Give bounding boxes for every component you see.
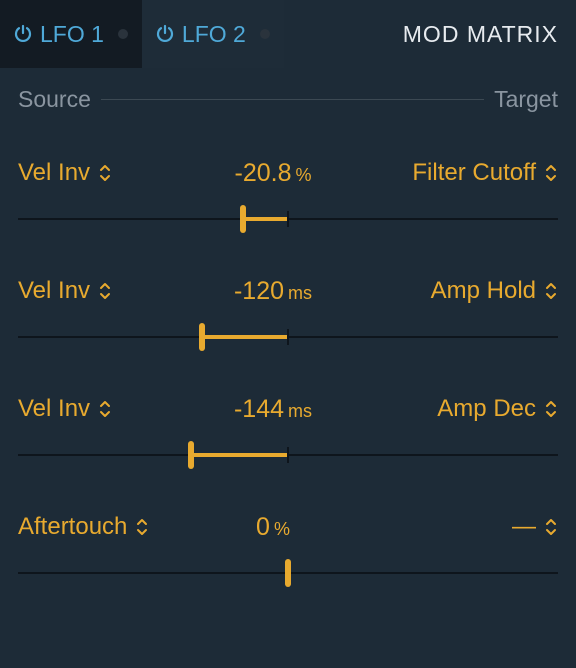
indicator-dot	[260, 29, 270, 39]
slider-fill	[243, 217, 288, 221]
amount-unit: ms	[288, 401, 312, 422]
target-select[interactable]: Filter Cutoff	[368, 159, 558, 187]
mod-row-top: Vel Inv -20.8% Filter Cutoff	[18, 155, 558, 191]
slider-fill	[202, 335, 288, 339]
updown-icon	[135, 516, 149, 538]
source-select[interactable]: Vel Inv	[18, 395, 178, 423]
slider-center-tick	[287, 211, 289, 227]
mod-row: Vel Inv -120ms Amp Hold	[18, 245, 558, 363]
amount-unit: ms	[288, 283, 312, 304]
power-icon	[12, 23, 34, 45]
source-select[interactable]: Aftertouch	[18, 513, 178, 541]
amount-number: -120	[234, 277, 284, 306]
amount-number: 0	[256, 513, 270, 542]
target-label: —	[512, 513, 536, 541]
amount-number: -20.8	[235, 159, 292, 188]
target-header: Target	[494, 86, 558, 113]
slider-handle[interactable]	[240, 205, 246, 233]
updown-icon	[98, 162, 112, 184]
amount-unit: %	[295, 165, 311, 186]
slider-handle[interactable]	[199, 323, 205, 351]
updown-icon	[544, 162, 558, 184]
target-select[interactable]: —	[368, 513, 558, 541]
mod-row-top: Vel Inv -120ms Amp Hold	[18, 273, 558, 309]
source-select[interactable]: Vel Inv	[18, 159, 178, 187]
target-select[interactable]: Amp Dec	[368, 395, 558, 423]
slider-handle[interactable]	[285, 559, 291, 587]
slider-fill	[191, 453, 288, 457]
amount-slider[interactable]	[18, 555, 558, 599]
amount-number: -144	[234, 395, 284, 424]
source-header: Source	[18, 86, 91, 113]
source-label: Vel Inv	[18, 277, 90, 305]
tab-lfo1[interactable]: LFO 1	[0, 0, 142, 68]
mod-row-top: Vel Inv -144ms Amp Dec	[18, 391, 558, 427]
tab-mod-matrix[interactable]: MOD MATRIX	[284, 0, 576, 68]
tab-bar: LFO 1 LFO 2 MOD MATRIX	[0, 0, 576, 68]
updown-icon	[544, 516, 558, 538]
slider-handle[interactable]	[188, 441, 194, 469]
amount-slider[interactable]	[18, 437, 558, 481]
power-icon	[154, 23, 176, 45]
slider-center-tick	[287, 447, 289, 463]
amount-value[interactable]: -120ms	[178, 277, 368, 306]
indicator-dot	[118, 29, 128, 39]
header-divider	[101, 99, 484, 100]
updown-icon	[544, 280, 558, 302]
source-label: Vel Inv	[18, 395, 90, 423]
source-label: Aftertouch	[18, 513, 127, 541]
source-label: Vel Inv	[18, 159, 90, 187]
slider-center-tick	[287, 329, 289, 345]
updown-icon	[544, 398, 558, 420]
amount-value[interactable]: 0%	[178, 513, 368, 542]
source-select[interactable]: Vel Inv	[18, 277, 178, 305]
mod-row: Vel Inv -144ms Amp Dec	[18, 363, 558, 481]
mod-row-top: Aftertouch 0% —	[18, 509, 558, 545]
tab-label: LFO 2	[182, 21, 246, 48]
column-headers: Source Target	[0, 68, 576, 117]
tab-label: LFO 1	[40, 21, 104, 48]
amount-value[interactable]: -144ms	[178, 395, 368, 424]
tab-lfo2[interactable]: LFO 2	[142, 0, 284, 68]
amount-value[interactable]: -20.8%	[178, 159, 368, 188]
mod-rows: Vel Inv-20.8%Filter CutoffVel Inv-120msA…	[0, 117, 576, 599]
updown-icon	[98, 280, 112, 302]
mod-row: Vel Inv -20.8% Filter Cutoff	[18, 127, 558, 245]
amount-slider[interactable]	[18, 319, 558, 363]
tab-label: MOD MATRIX	[403, 21, 558, 48]
target-label: Amp Dec	[437, 395, 536, 423]
target-label: Amp Hold	[431, 277, 536, 305]
amount-unit: %	[274, 519, 290, 540]
mod-row: Aftertouch 0% —	[18, 481, 558, 599]
updown-icon	[98, 398, 112, 420]
target-label: Filter Cutoff	[412, 159, 536, 187]
amount-slider[interactable]	[18, 201, 558, 245]
target-select[interactable]: Amp Hold	[368, 277, 558, 305]
